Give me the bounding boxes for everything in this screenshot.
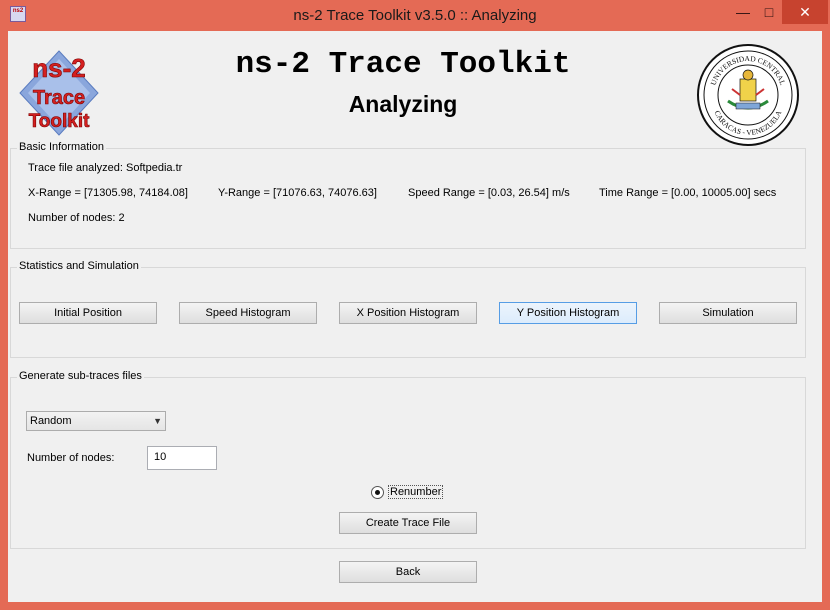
maximize-button[interactable]: □ — [756, 0, 782, 24]
page-title: ns-2 Trace Toolkit — [235, 47, 571, 82]
basic-information-group: Basic Information Trace file analyzed: S… — [10, 141, 806, 249]
trace-file-label: Trace file analyzed: Softpedia.tr — [28, 162, 183, 174]
chevron-down-icon: ▼ — [153, 416, 162, 426]
x-range-label: X-Range = [71305.98, 74184.08] — [28, 187, 188, 199]
title-bar[interactable]: ns2 ns-2 Trace Toolkit v3.5.0 :: Analyzi… — [0, 0, 830, 31]
number-of-nodes-label: Number of nodes: 2 — [28, 212, 125, 224]
back-button[interactable]: Back — [339, 561, 477, 583]
minimize-button[interactable]: — — [730, 0, 756, 24]
generate-subtraces-title: Generate sub-traces files — [17, 370, 144, 382]
statistics-simulation-group: Statistics and Simulation Initial Positi… — [10, 260, 806, 358]
create-trace-file-button[interactable]: Create Trace File — [339, 512, 477, 534]
x-position-histogram-button[interactable]: X Position Histogram — [339, 302, 477, 324]
basic-information-title: Basic Information — [17, 141, 106, 153]
statistics-simulation-title: Statistics and Simulation — [17, 260, 141, 272]
logo-line-2: Trace — [33, 87, 85, 109]
renumber-label[interactable]: Renumber — [388, 485, 444, 499]
page-subtitle: Analyzing — [348, 91, 458, 117]
y-position-histogram-button[interactable]: Y Position Histogram — [499, 302, 637, 324]
renumber-radio[interactable] — [371, 486, 384, 499]
speed-range-label: Speed Range = [0.03, 26.54] m/s — [408, 187, 570, 199]
radio-selected-dot — [375, 490, 380, 495]
main-panel: ns-2 Trace Toolkit ns-2 Trace Toolkit An… — [8, 31, 822, 602]
nodes-count-input[interactable]: 10 — [147, 446, 217, 470]
window-title: ns-2 Trace Toolkit v3.5.0 :: Analyzing — [293, 7, 537, 24]
ns2-toolkit-logo: ns-2 Trace Toolkit — [19, 50, 99, 136]
y-range-label: Y-Range = [71076.63, 74076.63] — [218, 187, 377, 199]
logo-line-1: ns-2 — [32, 53, 85, 83]
selection-mode-value: Random — [30, 415, 72, 427]
time-range-label: Time Range = [0.00, 10005.00] secs — [599, 187, 777, 199]
initial-position-button[interactable]: Initial Position — [19, 302, 157, 324]
selection-mode-dropdown[interactable]: Random ▼ — [26, 411, 166, 431]
university-seal: UNIVERSIDAD CENTRAL CARACAS - VENEZUELA — [697, 44, 799, 146]
simulation-button[interactable]: Simulation — [659, 302, 797, 324]
close-button[interactable]: ✕ — [782, 0, 828, 24]
logo-line-3: Toolkit — [29, 111, 91, 132]
nodes-count-label: Number of nodes: — [27, 452, 115, 464]
speed-histogram-button[interactable]: Speed Histogram — [179, 302, 317, 324]
